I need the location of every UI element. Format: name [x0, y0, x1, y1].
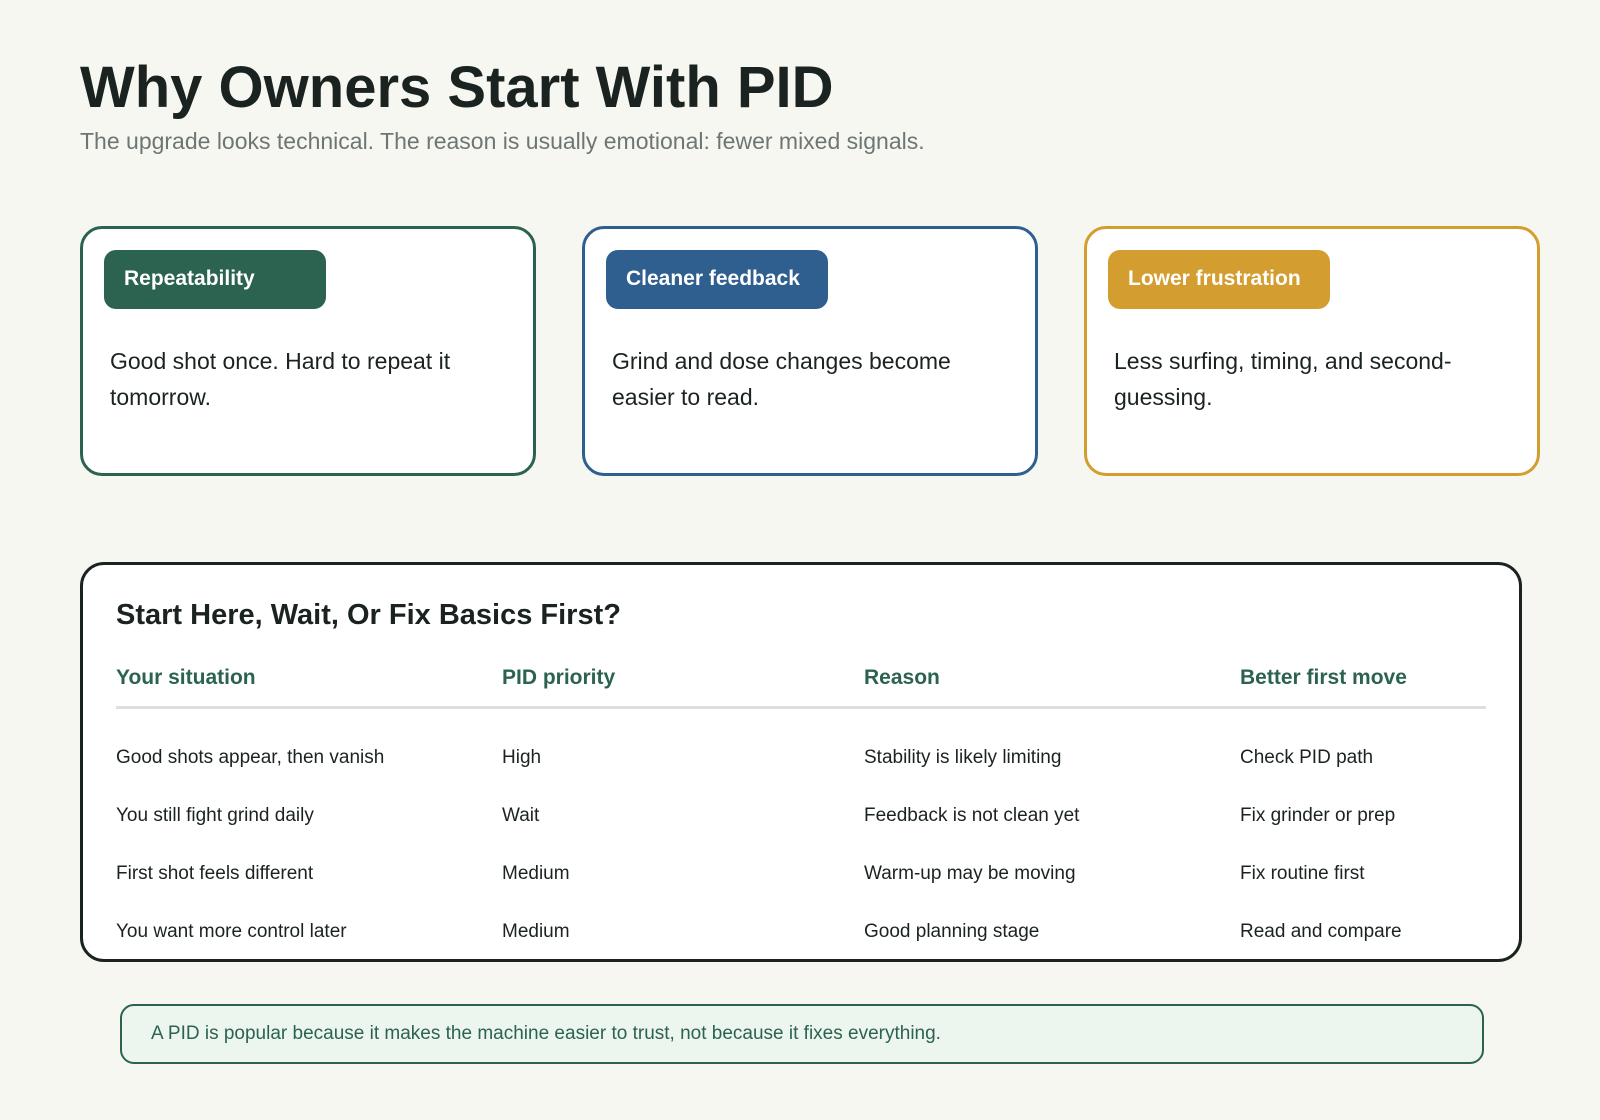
table-title: Start Here, Wait, Or Fix Basics First? [116, 599, 621, 631]
cell-priority: High [502, 747, 542, 768]
cell-first-move: Fix grinder or prep [1240, 805, 1396, 826]
cell-reason: Feedback is not clean yet [864, 805, 1080, 826]
card-lower-frustration: Lower frustration Less surfing, timing, … [1084, 226, 1540, 476]
card-cleaner-feedback: Cleaner feedback Grind and dose changes … [582, 226, 1038, 476]
header-divider [116, 706, 1486, 709]
cell-first-move: Fix routine first [1240, 863, 1365, 884]
cell-situation: You still fight grind daily [116, 805, 314, 826]
cell-situation: You want more control later [116, 921, 347, 942]
card-text-cleaner-feedback: Grind and dose changes become easier to … [612, 348, 951, 410]
column-header-reason: Reason [864, 666, 940, 689]
card-label-cleaner-feedback: Cleaner feedback [606, 250, 828, 309]
card-repeatability: Repeatability Good shot once. Hard to re… [80, 226, 536, 476]
cell-priority: Medium [502, 921, 570, 942]
footer-note: A PID is popular because it makes the ma… [120, 1004, 1484, 1064]
cell-reason: Good planning stage [864, 921, 1040, 942]
cell-situation: First shot feels different [116, 863, 314, 884]
decision-table: Start Here, Wait, Or Fix Basics First? Y… [80, 562, 1522, 962]
page-title: Why Owners Start With PID [80, 55, 834, 120]
column-header-first-move: Better first move [1240, 666, 1407, 689]
column-header-situation: Your situation [116, 666, 256, 689]
cell-priority: Medium [502, 863, 570, 884]
card-text-lower-frustration: Less surfing, timing, and second-guessin… [1114, 348, 1452, 410]
card-label-repeatability: Repeatability [104, 250, 326, 309]
cell-situation: Good shots appear, then vanish [116, 747, 385, 768]
card-text-repeatability: Good shot once. Hard to repeat it tomorr… [110, 348, 451, 410]
cell-reason: Stability is likely limiting [864, 747, 1062, 768]
cell-first-move: Check PID path [1240, 747, 1374, 768]
card-label-lower-frustration: Lower frustration [1108, 250, 1330, 309]
cell-reason: Warm-up may be moving [864, 863, 1076, 884]
column-header-priority: PID priority [502, 666, 616, 689]
cell-priority: Wait [502, 805, 540, 826]
cell-first-move: Read and compare [1240, 921, 1402, 942]
page-subtitle: The upgrade looks technical. The reason … [80, 128, 925, 154]
